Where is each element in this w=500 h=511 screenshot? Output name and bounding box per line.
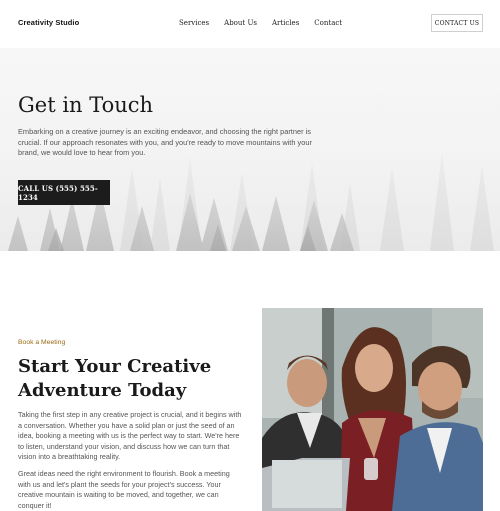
call-us-button[interactable]: CALL US (555) 555-1234 <box>18 180 110 205</box>
hero-description: Embarking on a creative journey is an ex… <box>18 127 312 157</box>
team-meeting-photo <box>262 308 483 511</box>
contact-us-button[interactable]: CONTACT US <box>431 14 483 32</box>
nav-about-us[interactable]: About Us <box>224 19 257 27</box>
hero-title: Get in Touch <box>18 93 154 117</box>
section-eyebrow: Book a Meeting <box>18 339 66 346</box>
hero-section: Get in Touch Embarking on a creative jou… <box>0 48 500 251</box>
main-nav: Services About Us Articles Contact <box>179 19 357 27</box>
nav-articles[interactable]: Articles <box>272 19 299 27</box>
section-paragraph-1: Taking the first step in any creative pr… <box>18 410 242 462</box>
nav-contact[interactable]: Contact <box>314 19 342 27</box>
brand-logo[interactable]: Creativity Studio <box>18 18 79 27</box>
site-header: Creativity Studio Services About Us Arti… <box>0 0 500 48</box>
section-paragraph-2: Great ideas need the right environment t… <box>18 469 230 510</box>
nav-services[interactable]: Services <box>179 19 209 27</box>
section-title: Start Your Creative Adventure Today <box>18 356 212 401</box>
